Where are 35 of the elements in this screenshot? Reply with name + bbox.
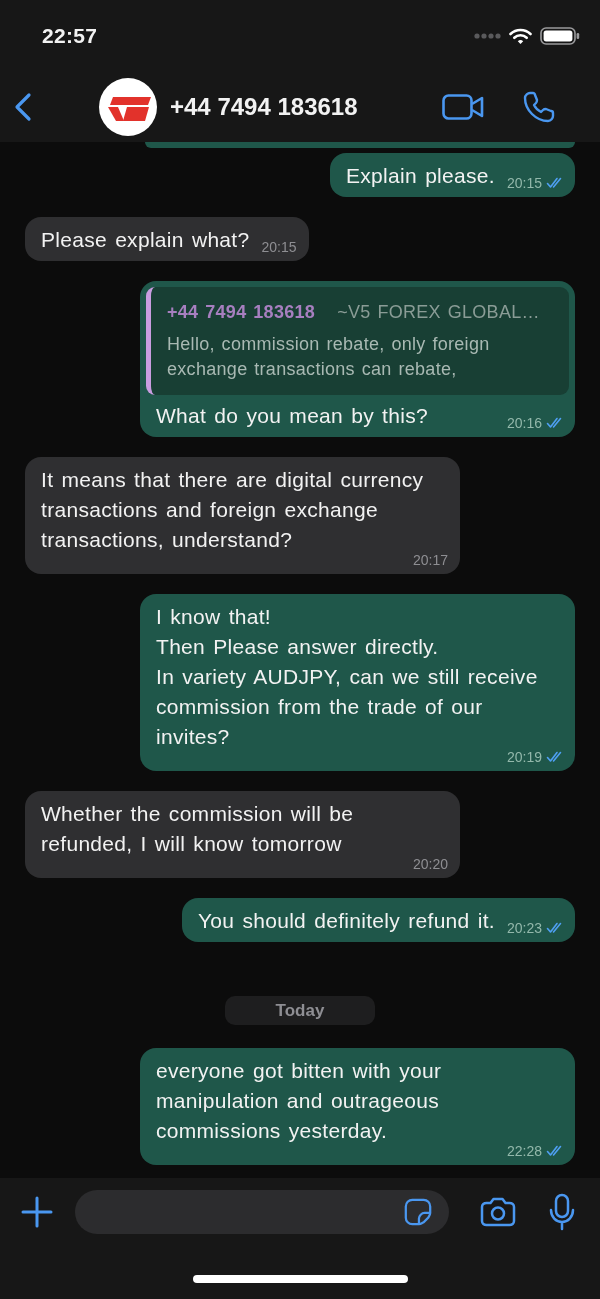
- message-text: Explain please.: [346, 164, 495, 187]
- camera-icon[interactable]: [479, 1196, 517, 1228]
- message-time: 22:28: [506, 1143, 542, 1159]
- date-separator: Today: [224, 996, 376, 1025]
- message-text: Please explain what?: [41, 228, 250, 251]
- message-time: 20:17: [412, 552, 448, 568]
- back-icon[interactable]: [13, 92, 33, 122]
- sticker-icon[interactable]: [403, 1197, 433, 1227]
- message-time: 20:23: [506, 920, 542, 936]
- message-time: 20:15: [506, 175, 542, 191]
- battery-icon: [540, 27, 580, 45]
- message-time: 20:15: [261, 239, 297, 255]
- message-text: You should definitely refund it.: [197, 909, 495, 932]
- quote-author: +44 7494 183618: [167, 301, 316, 324]
- message-text: everyone got bitten with your manipulation and outrageous commissions yesterday.: [156, 1059, 442, 1142]
- avatar-icon[interactable]: [99, 78, 157, 136]
- quoted-message[interactable]: +44 7494 183618 ~V5 FOREX GLOBAL… Hello, commission rebate, only foreign exchange transactions can rebate,: [146, 287, 569, 395]
- message-time: 20:20: [412, 856, 448, 872]
- message-time: 20:19: [506, 749, 542, 765]
- status-time: 22:57: [42, 24, 98, 48]
- message-text: It means that there are digital currency transactions and foreign exchange transactions, understand?: [41, 468, 424, 551]
- video-call-icon[interactable]: [442, 93, 484, 121]
- microphone-icon[interactable]: [548, 1193, 576, 1231]
- quote-text: Hello, commission rebate, only foreign exchange transactions can rebate,: [167, 333, 491, 381]
- phone-icon[interactable]: [522, 90, 556, 124]
- message-text: Whether the commission will be refunded, I will know tomorrow: [41, 802, 354, 855]
- contact-name[interactable]: +44 7494 183618: [170, 93, 358, 121]
- wifi-icon: [509, 27, 532, 45]
- message-text: I know that! Then Please answer directly. In variety AUDJPY, can we still receive commission from the trade of our invites?: [156, 605, 538, 748]
- signal-icon: [473, 32, 501, 40]
- plus-icon[interactable]: [21, 1196, 53, 1228]
- message-time: 20:16: [506, 415, 542, 431]
- message-input[interactable]: [75, 1190, 449, 1234]
- quote-source: ~V5 FOREX GLOBAL…: [337, 301, 540, 324]
- message-text: What do you mean by this?: [156, 404, 428, 427]
